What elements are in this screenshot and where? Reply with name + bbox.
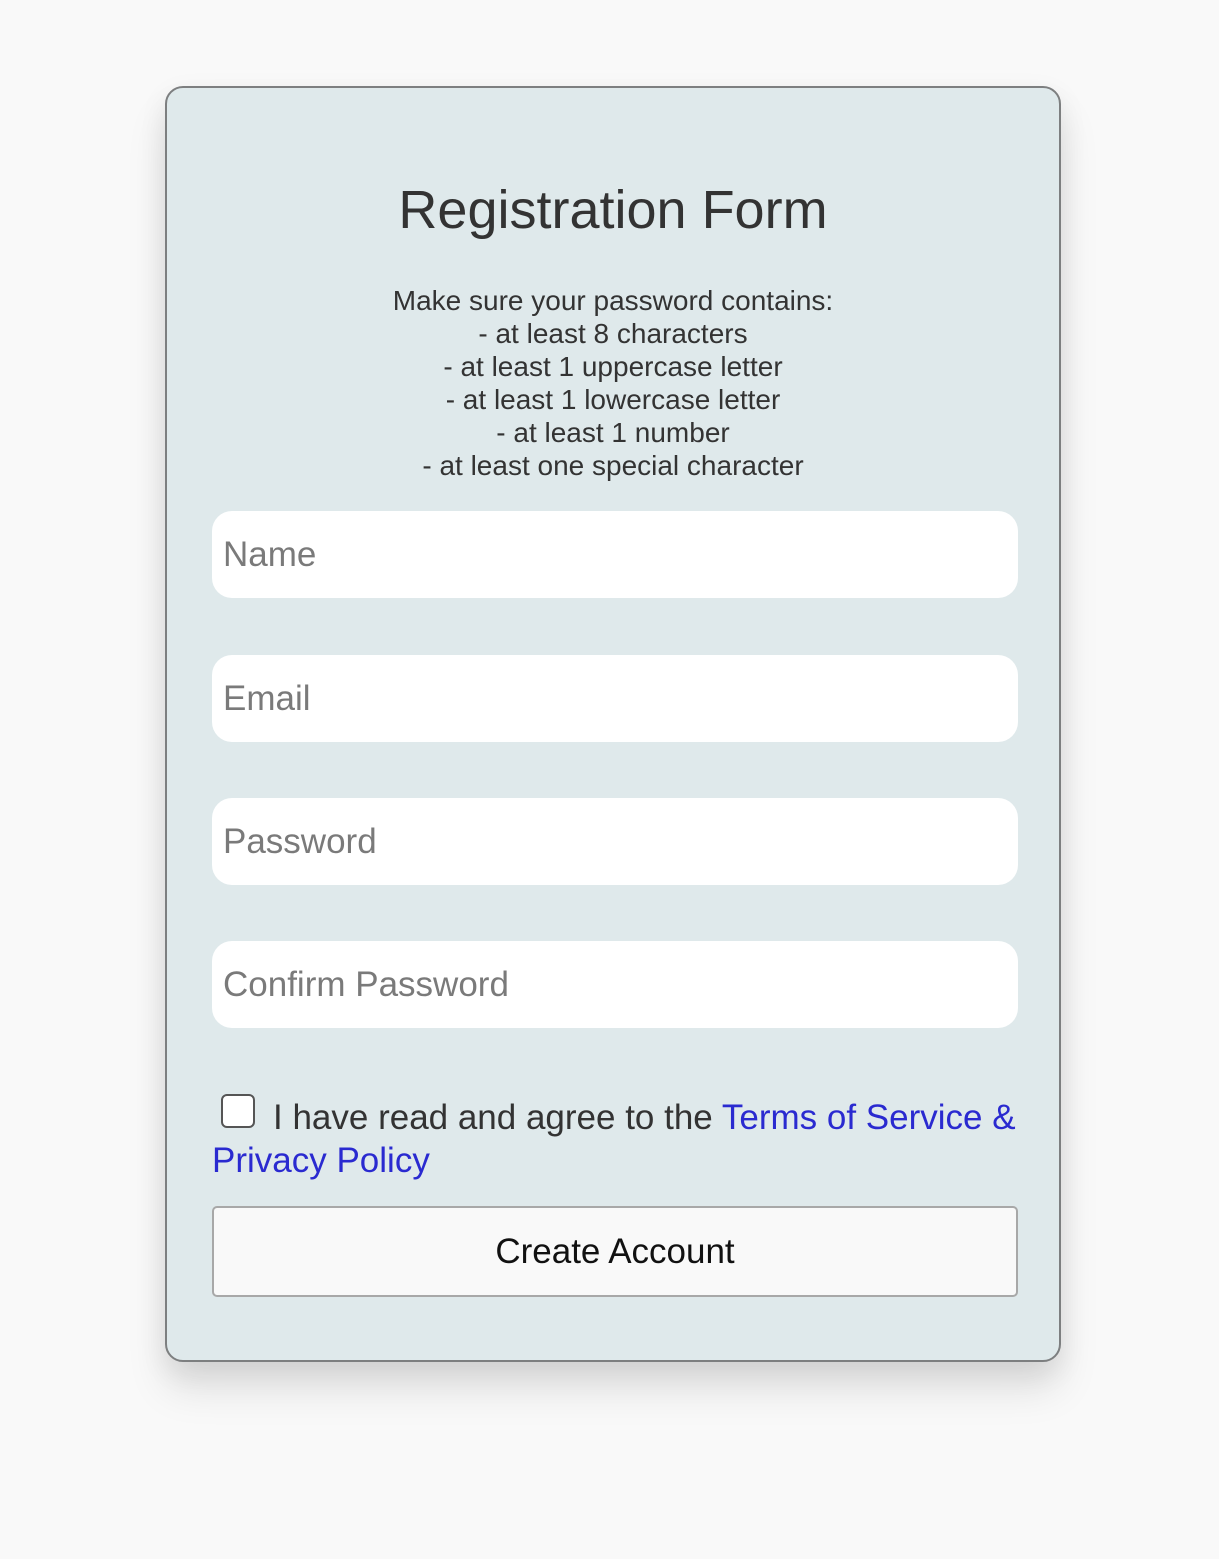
terms-checkbox[interactable] <box>221 1094 255 1128</box>
password-rule: - at least 8 characters <box>478 318 748 349</box>
email-input[interactable] <box>212 655 1018 742</box>
registration-card: Registration Form Make sure your passwor… <box>165 86 1061 1362</box>
terms-agreement: I have read and agree to the Terms of Se… <box>212 1094 1018 1182</box>
password-rule: - at least 1 lowercase letter <box>445 384 781 415</box>
create-account-button[interactable]: Create Account <box>212 1206 1018 1297</box>
password-rule: - at least 1 uppercase letter <box>443 351 783 382</box>
confirm-password-input[interactable] <box>212 941 1018 1028</box>
form-title: Registration Form <box>398 180 828 240</box>
password-rules: Make sure your password contains: - at l… <box>167 284 1059 482</box>
password-rule: - at least 1 number <box>496 417 730 448</box>
name-input[interactable] <box>212 511 1018 598</box>
password-rules-intro: Make sure your password contains: <box>392 285 834 316</box>
password-input[interactable] <box>212 798 1018 885</box>
terms-agreement-text: I have read and agree to the <box>273 1098 722 1137</box>
password-rule: - at least one special character <box>422 450 804 481</box>
